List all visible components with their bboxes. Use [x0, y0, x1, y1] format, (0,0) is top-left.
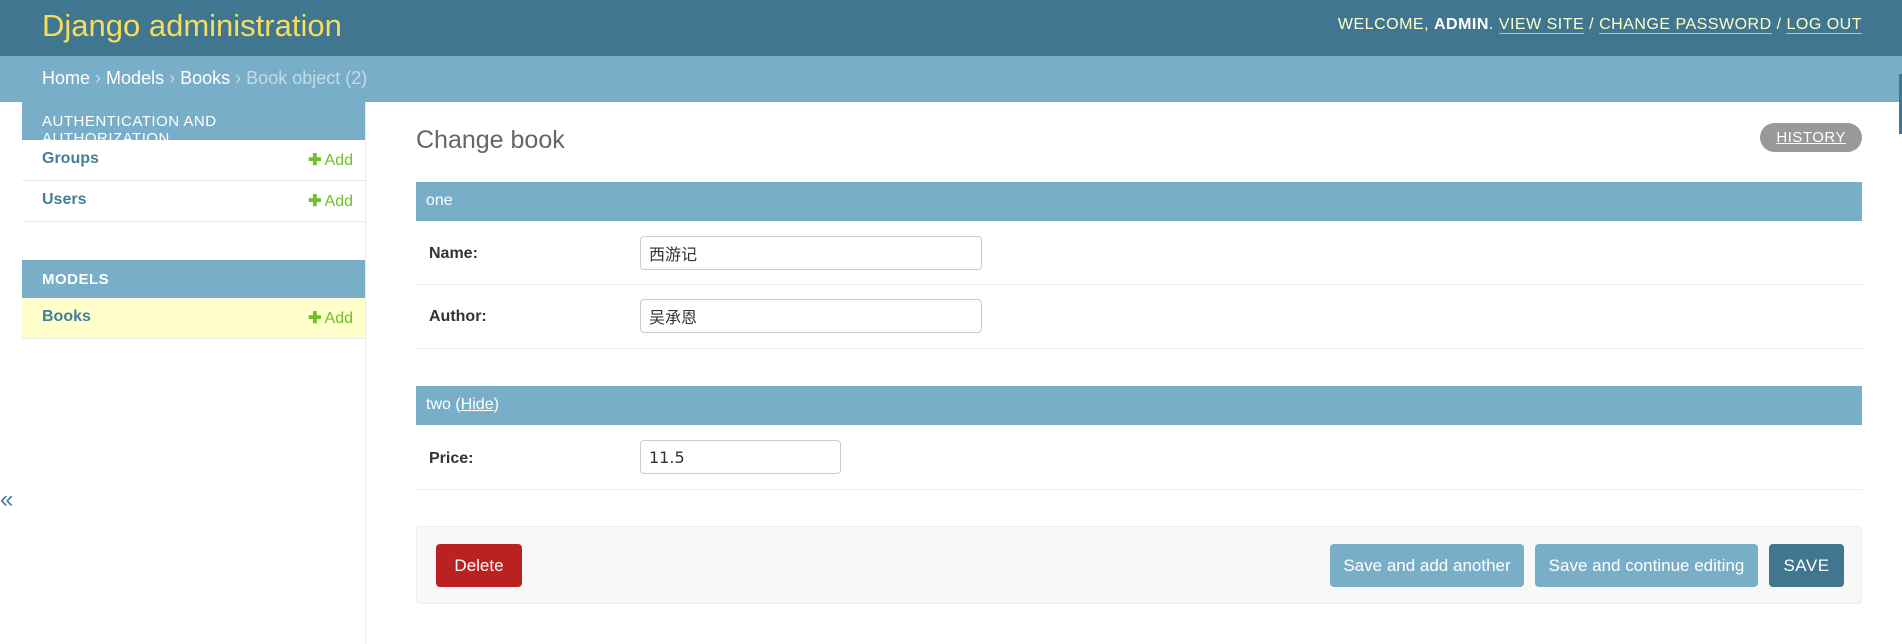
separator: / — [1589, 16, 1595, 33]
welcome-text: WELCOME, — [1337, 16, 1430, 33]
module-caption-auth[interactable]: AUTHENTICATION AND AUTHORIZATION — [22, 102, 365, 147]
save-and-add-another-button[interactable]: Save and add another — [1330, 544, 1524, 587]
plus-icon: ✚ — [308, 193, 322, 210]
fieldset-heading-two: two (Hide) — [416, 386, 1862, 425]
submit-row: Delete Save and add another Save and con… — [416, 526, 1862, 604]
history-button[interactable]: HISTORY — [1760, 123, 1862, 152]
plus-icon: ✚ — [308, 310, 322, 327]
name-label: Name: — [429, 245, 478, 262]
breadcrumb-separator: › — [169, 68, 176, 88]
toggle-close: ) — [493, 396, 499, 413]
breadcrumb-books[interactable]: Books — [180, 68, 230, 88]
module-caption-models[interactable]: MODELS — [22, 260, 365, 298]
hide-fieldset-link[interactable]: Hide — [461, 396, 494, 413]
logout-link[interactable]: LOG OUT — [1786, 16, 1862, 34]
sidebar-item-groups[interactable]: Groups ✚ Add — [22, 140, 365, 181]
breadcrumb-models[interactable]: Models — [106, 68, 164, 88]
save-button[interactable]: SAVE — [1769, 544, 1844, 587]
toggle-sidebar-icon[interactable]: « — [0, 486, 13, 514]
sidebar-item-label[interactable]: Books — [42, 308, 91, 326]
price-label: Price: — [429, 450, 474, 467]
price-field[interactable] — [640, 440, 841, 474]
breadcrumb: Home › Models › Books › Book object (2) — [0, 56, 1902, 102]
nav-sidebar: AUTHENTICATION AND AUTHORIZATION Groups … — [22, 102, 366, 644]
add-groups-link[interactable]: ✚ Add — [308, 150, 353, 170]
add-users-link[interactable]: ✚ Add — [308, 191, 353, 211]
fieldset-heading-one: one — [416, 182, 1862, 221]
header: Django administration WELCOME, ADMIN. VI… — [0, 0, 1902, 56]
author-field[interactable] — [640, 299, 982, 333]
breadcrumb-home[interactable]: Home — [42, 68, 90, 88]
breadcrumb-separator: › — [235, 68, 242, 88]
author-label: Author: — [429, 308, 487, 325]
breadcrumb-current: Book object (2) — [246, 68, 368, 88]
user-tools: WELCOME, ADMIN. VIEW SITE / CHANGE PASSW… — [1337, 16, 1862, 34]
add-label: Add — [324, 152, 353, 169]
sidebar-item-label[interactable]: Groups — [42, 150, 99, 168]
add-books-link[interactable]: ✚ Add — [308, 308, 353, 328]
form-row-author: Author: — [416, 285, 1862, 349]
name-field[interactable] — [640, 236, 982, 270]
site-branding[interactable]: Django administration — [42, 8, 342, 44]
form-row-name: Name: — [416, 221, 1862, 285]
delete-button[interactable]: Delete — [436, 544, 522, 587]
change-password-link[interactable]: CHANGE PASSWORD — [1599, 16, 1772, 34]
username: ADMIN — [1433, 16, 1489, 33]
breadcrumb-separator: › — [95, 68, 102, 88]
add-label: Add — [324, 193, 353, 210]
sidebar-item-label[interactable]: Users — [42, 191, 86, 209]
page-title: Change book — [416, 126, 565, 154]
view-site-link[interactable]: VIEW SITE — [1498, 16, 1585, 34]
add-label: Add — [324, 310, 353, 327]
sidebar-item-users[interactable]: Users ✚ Add — [22, 181, 365, 222]
form-row-price: Price: — [416, 425, 1862, 490]
sidebar-item-books[interactable]: Books ✚ Add — [22, 298, 365, 339]
fieldset-name: two — [426, 396, 451, 413]
save-and-continue-button[interactable]: Save and continue editing — [1535, 544, 1758, 587]
separator: / — [1776, 16, 1782, 33]
plus-icon: ✚ — [308, 152, 322, 169]
